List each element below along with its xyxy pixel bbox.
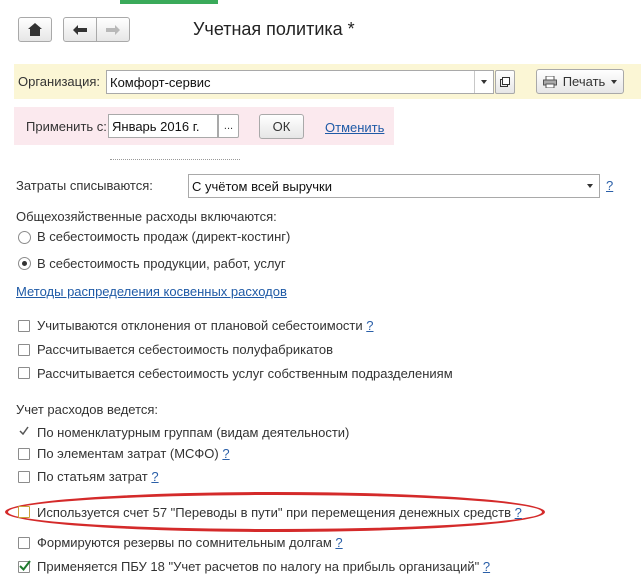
open-window-icon [500,77,510,87]
planned-cost-deviation-checkbox[interactable] [18,320,30,332]
overhead-heading: Общехозяйственные расходы включаются: [16,209,277,224]
overhead-option-production-cost-label[interactable]: В себестоимость продукции, работ, услуг [37,256,286,271]
checkmark-icon [19,426,29,435]
organization-label: Организация: [18,74,101,89]
help-icon[interactable]: ? [222,446,229,461]
doubtful-debts-reserve-checkbox[interactable] [18,537,30,549]
home-button[interactable] [18,17,52,42]
apply-date-field[interactable]: Январь 2016 г. [108,114,218,138]
back-button[interactable] [63,17,97,42]
costs-dropdown-button[interactable] [581,175,599,197]
forward-button[interactable] [96,17,130,42]
account-57-label[interactable]: Используется счет 57 "Переводы в пути" п… [37,505,522,520]
active-tab-indicator [120,0,218,4]
apply-date-value: Январь 2016 г. [112,118,200,134]
doubtful-debts-reserve-label[interactable]: Формируются резервы по сомнительным долг… [37,535,343,550]
chevron-down-icon [587,184,593,188]
by-cost-items-label[interactable]: По статьям затрат ? [37,469,159,484]
chevron-down-icon [481,80,487,84]
semi-finished-cost-checkbox[interactable] [18,344,30,356]
internal-services-cost-label[interactable]: Рассчитывается себестоимость услуг собст… [37,366,453,381]
ok-label: ОК [272,119,291,134]
arrow-left-icon [73,24,87,35]
printer-icon [542,75,557,88]
pbu-18-label[interactable]: Применяется ПБУ 18 "Учет расчетов по нал… [37,559,490,574]
apply-date-label: Применить с: [26,119,107,134]
cancel-link[interactable]: Отменить [325,120,384,135]
open-organization-button[interactable] [495,70,515,94]
expenses-heading: Учет расходов ведется: [16,402,159,417]
help-icon[interactable]: ? [151,469,158,484]
by-cost-items-checkbox[interactable] [18,471,30,483]
costs-label: Затраты списываются: [16,178,153,193]
checkmark-icon [19,560,31,571]
organization-field[interactable]: Комфорт-сервис [106,70,494,94]
chevron-down-icon [611,79,618,84]
ok-button[interactable]: ОК [259,114,304,139]
overhead-option-direct-costing-radio[interactable] [18,231,31,244]
help-icon[interactable]: ? [483,559,490,574]
internal-services-cost-checkbox[interactable] [18,367,30,379]
allocation-methods-link[interactable]: Методы распределения косвенных расходов [16,284,287,299]
planned-cost-deviation-label[interactable]: Учитываются отклонения от плановой себес… [37,318,374,333]
help-icon[interactable]: ? [335,535,342,550]
print-label: Печать [562,74,606,89]
account-57-checkbox[interactable] [18,506,30,518]
select-period-button[interactable]: ... [218,114,239,138]
organization-dropdown-button[interactable] [474,71,493,93]
by-cost-elements-checkbox[interactable] [18,448,30,460]
print-button[interactable]: Печать [536,69,624,94]
help-icon[interactable]: ? [515,505,522,520]
overhead-option-direct-costing-label[interactable]: В себестоимость продаж (директ-костинг) [37,229,290,244]
arrow-right-icon [106,24,120,35]
section-divider [110,159,240,163]
by-cost-elements-label[interactable]: По элементам затрат (МСФО) ? [37,446,230,461]
organization-value: Комфорт-сервис [110,74,211,90]
costs-value: С учётом всей выручки [192,178,333,194]
costs-field[interactable]: С учётом всей выручки [188,174,600,198]
by-nomenclature-groups-label[interactable]: По номенклатурным группам (видам деятель… [37,425,349,440]
pbu-18-checkbox[interactable] [18,560,31,573]
semi-finished-cost-label[interactable]: Рассчитывается себестоимость полуфабрика… [37,342,333,357]
home-icon [28,23,42,36]
help-icon[interactable]: ? [366,318,373,333]
ellipsis-label: ... [223,120,234,132]
costs-help-icon[interactable]: ? [606,178,613,193]
overhead-option-production-cost-radio[interactable] [18,257,31,270]
page-title: Учетная политика * [193,19,355,39]
